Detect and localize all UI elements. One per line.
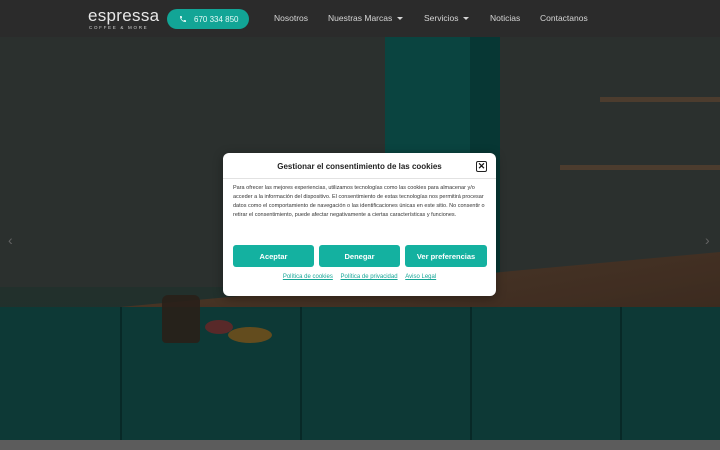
phone-number: 670 334 850 [194,14,239,24]
nav-contactanos[interactable]: Contactanos [540,13,588,23]
nav-noticias[interactable]: Noticias [490,13,520,23]
nav-label: Noticias [490,13,521,23]
logo[interactable]: espressa COFFEE & MORE [88,6,159,32]
chevron-down-icon [397,17,404,20]
nav-label: Contactanos [540,13,588,23]
privacy-policy-link[interactable]: Política de privacidad [341,274,398,280]
view-preferences-button[interactable]: Ver preferencias [405,245,487,267]
nav-servicios[interactable]: Servicios [424,13,470,23]
chevron-down-icon [463,17,470,20]
page-bottom-strip [0,440,720,450]
dialog-message: Para ofrecer las mejores experiencias, u… [233,185,485,218]
accept-button[interactable]: Aceptar [233,245,314,267]
nav-label: Servicios [424,13,459,23]
phone-icon [180,16,186,22]
cookies-policy-link[interactable]: Política de cookies [283,274,333,280]
nav-nosotros[interactable]: Nosotros [274,13,308,23]
close-icon[interactable]: ✕ [476,161,487,172]
logo-tagline: COFFEE & MORE [89,25,149,30]
legal-notice-link[interactable]: Aviso Legal [405,274,436,280]
nav-label: Nuestras Marcas [328,13,393,23]
site-header: espressa COFFEE & MORE 670 334 850 Nosot… [0,0,720,37]
nav-label: Nosotros [274,13,309,23]
phone-button[interactable]: 670 334 850 [167,9,249,29]
divider [223,178,496,179]
dialog-title: Gestionar el consentimiento de las cooki… [277,162,442,171]
cookie-consent-dialog: Gestionar el consentimiento de las cooki… [223,153,496,296]
logo-word: espressa [88,6,160,25]
deny-button[interactable]: Denegar [319,245,400,267]
nav-nuestras-marcas[interactable]: Nuestras Marcas [328,13,404,23]
policy-links: Política de cookies Política de privacid… [223,274,496,280]
